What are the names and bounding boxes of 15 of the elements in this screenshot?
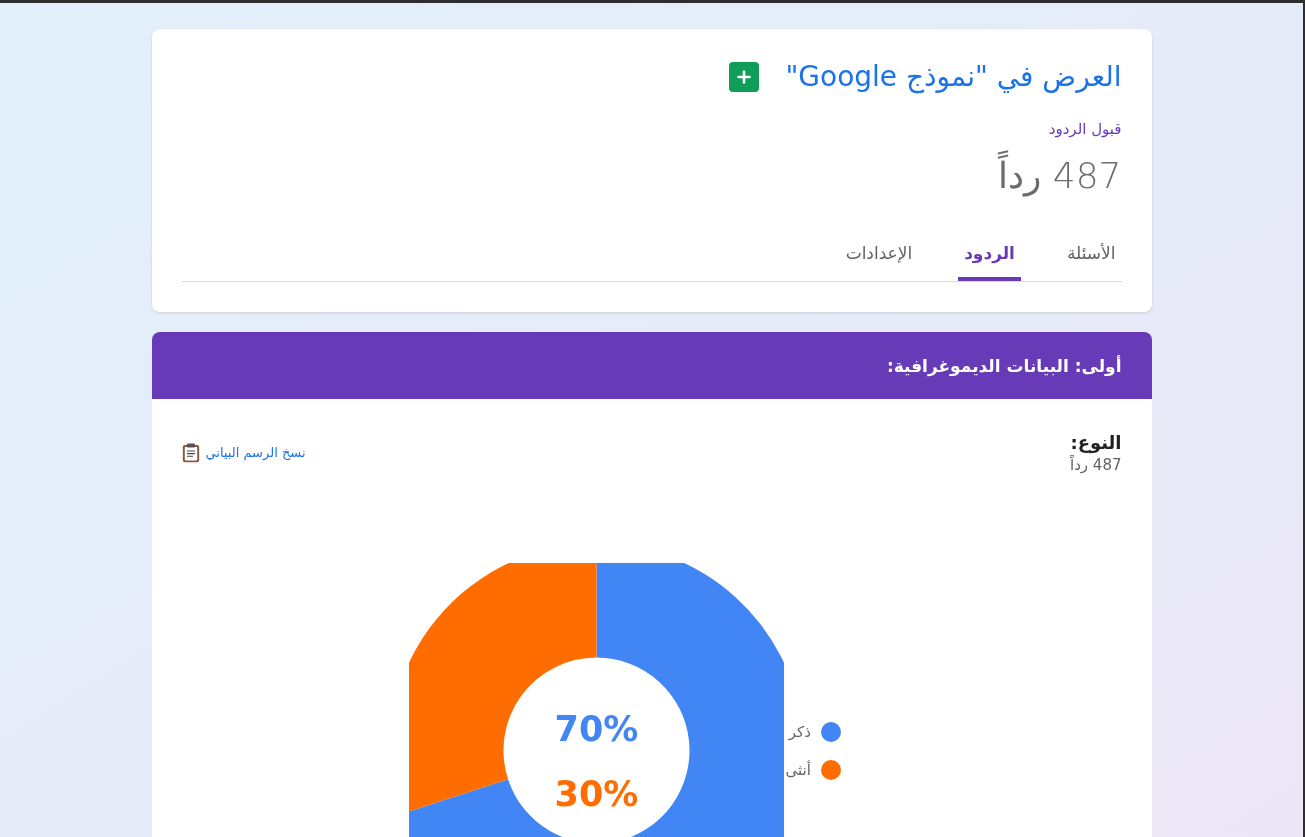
legend-label: ذكر: [788, 721, 811, 742]
tab[interactable]: الأسئلة: [1060, 233, 1122, 281]
form-title: العرض في "نموذج Google": [785, 59, 1122, 95]
question-title: النوع:: [1070, 431, 1122, 455]
response-status: قبول الردود: [1048, 119, 1122, 139]
legend-label: أنثى: [785, 759, 811, 780]
copy-chart-link[interactable]: نسخ الرسم البياني: [205, 444, 306, 462]
question-response-count: 487 رداً: [1070, 455, 1122, 475]
tab[interactable]: الردود: [958, 233, 1021, 281]
percentage-label: 30%: [554, 774, 638, 814]
percentage-label: 70%: [554, 709, 638, 749]
plus-icon[interactable]: [729, 62, 760, 92]
tab[interactable]: الإعدادات: [839, 233, 919, 281]
clipboard-icon: [181, 443, 200, 463]
section-title: أولى: البيانات الديموغرافية:: [886, 354, 1122, 378]
